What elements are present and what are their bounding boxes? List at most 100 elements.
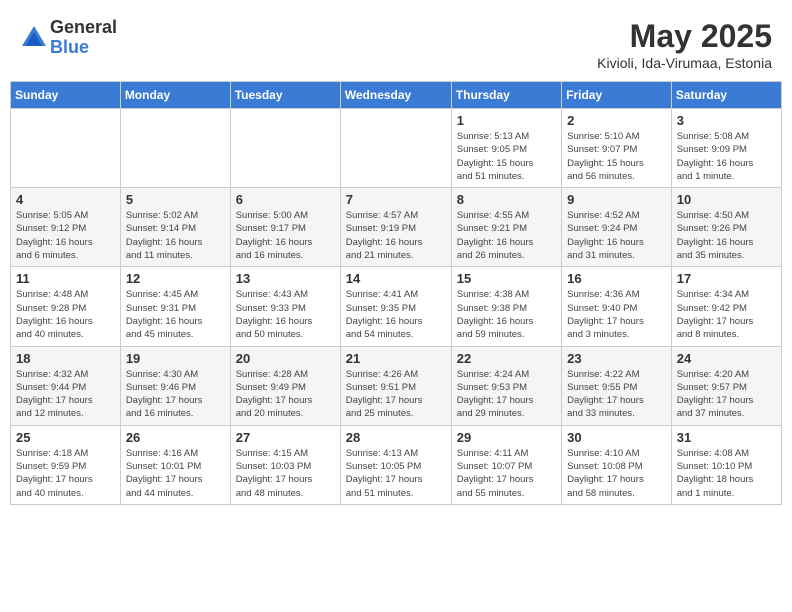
day-number: 7: [346, 192, 446, 207]
calendar-cell: 8 Sunrise: 4:55 AMSunset: 9:21 PMDaylight…: [451, 188, 561, 267]
day-info: Sunrise: 4:10 AMSunset: 10:08 PMDaylight…: [567, 447, 666, 500]
day-info: Sunrise: 4:15 AMSunset: 10:03 PMDaylight…: [236, 447, 335, 500]
calendar-cell: 19 Sunrise: 4:30 AMSunset: 9:46 PMDayligh…: [120, 346, 230, 425]
day-number: 30: [567, 430, 666, 445]
day-headers-row: SundayMondayTuesdayWednesdayThursdayFrid…: [11, 82, 782, 109]
day-info: Sunrise: 4:28 AMSunset: 9:49 PMDaylight:…: [236, 368, 335, 421]
day-number: 28: [346, 430, 446, 445]
calendar-cell: 28Sunrise: 4:13 AMSunset: 10:05 PMDaylig…: [340, 425, 451, 504]
day-info: Sunrise: 4:57 AMSunset: 9:19 PMDaylight:…: [346, 209, 446, 262]
day-info: Sunrise: 4:08 AMSunset: 10:10 PMDaylight…: [677, 447, 776, 500]
day-number: 22: [457, 351, 556, 366]
day-info: Sunrise: 4:20 AMSunset: 9:57 PMDaylight:…: [677, 368, 776, 421]
day-number: 14: [346, 271, 446, 286]
day-info: Sunrise: 4:41 AMSunset: 9:35 PMDaylight:…: [346, 288, 446, 341]
day-info: Sunrise: 4:52 AMSunset: 9:24 PMDaylight:…: [567, 209, 666, 262]
calendar-cell: 22 Sunrise: 4:24 AMSunset: 9:53 PMDayligh…: [451, 346, 561, 425]
calendar-cell: [11, 109, 121, 188]
day-info: Sunrise: 4:32 AMSunset: 9:44 PMDaylight:…: [16, 368, 115, 421]
calendar-cell: 10Sunrise: 4:50 AMSunset: 9:26 PMDayligh…: [671, 188, 781, 267]
day-number: 15: [457, 271, 556, 286]
day-info: Sunrise: 4:55 AMSunset: 9:21 PMDaylight:…: [457, 209, 556, 262]
day-number: 26: [126, 430, 225, 445]
calendar-cell: 12 Sunrise: 4:45 AMSunset: 9:31 PMDayligh…: [120, 267, 230, 346]
calendar-cell: 29 Sunrise: 4:11 AMSunset: 10:07 PMDaylig…: [451, 425, 561, 504]
calendar-cell: 5Sunrise: 5:02 AMSunset: 9:14 PMDaylight…: [120, 188, 230, 267]
day-info: Sunrise: 5:05 AMSunset: 9:12 PMDaylight:…: [16, 209, 115, 262]
day-header-friday: Friday: [562, 82, 672, 109]
calendar-cell: 21 Sunrise: 4:26 AMSunset: 9:51 PMDayligh…: [340, 346, 451, 425]
day-info: Sunrise: 4:18 AMSunset: 9:59 PMDaylight:…: [16, 447, 115, 500]
title-area: May 2025 Kivioli, Ida-Virumaa, Estonia: [597, 18, 772, 71]
day-number: 25: [16, 430, 115, 445]
calendar-cell: 31 Sunrise: 4:08 AMSunset: 10:10 PMDaylig…: [671, 425, 781, 504]
logo-text: General Blue: [50, 18, 117, 58]
day-info: Sunrise: 4:45 AMSunset: 9:31 PMDaylight:…: [126, 288, 225, 341]
day-header-sunday: Sunday: [11, 82, 121, 109]
day-info: Sunrise: 5:13 AMSunset: 9:05 PMDaylight:…: [457, 130, 556, 183]
calendar-cell: 15 Sunrise: 4:38 AMSunset: 9:38 PMDayligh…: [451, 267, 561, 346]
day-info: Sunrise: 4:24 AMSunset: 9:53 PMDaylight:…: [457, 368, 556, 421]
month-title: May 2025: [597, 18, 772, 55]
day-number: 23: [567, 351, 666, 366]
day-info: Sunrise: 4:26 AMSunset: 9:51 PMDaylight:…: [346, 368, 446, 421]
day-number: 27: [236, 430, 335, 445]
calendar-cell: [340, 109, 451, 188]
calendar-cell: 24 Sunrise: 4:20 AMSunset: 9:57 PMDayligh…: [671, 346, 781, 425]
day-info: Sunrise: 5:08 AMSunset: 9:09 PMDaylight:…: [677, 130, 776, 183]
day-info: Sunrise: 4:22 AMSunset: 9:55 PMDaylight:…: [567, 368, 666, 421]
calendar-cell: 23 Sunrise: 4:22 AMSunset: 9:55 PMDayligh…: [562, 346, 672, 425]
day-info: Sunrise: 4:30 AMSunset: 9:46 PMDaylight:…: [126, 368, 225, 421]
day-info: Sunrise: 4:11 AMSunset: 10:07 PMDaylight…: [457, 447, 556, 500]
day-number: 1: [457, 113, 556, 128]
day-info: Sunrise: 4:38 AMSunset: 9:38 PMDaylight:…: [457, 288, 556, 341]
calendar-cell: [230, 109, 340, 188]
calendar-cell: 27 Sunrise: 4:15 AMSunset: 10:03 PMDaylig…: [230, 425, 340, 504]
calendar-cell: 3 Sunrise: 5:08 AMSunset: 9:09 PMDaylight…: [671, 109, 781, 188]
day-header-saturday: Saturday: [671, 82, 781, 109]
calendar-cell: 6Sunrise: 5:00 AMSunset: 9:17 PMDaylight…: [230, 188, 340, 267]
calendar-cell: 17 Sunrise: 4:34 AMSunset: 9:42 PMDayligh…: [671, 267, 781, 346]
week-row-3: 11 Sunrise: 4:48 AMSunset: 9:28 PMDayligh…: [11, 267, 782, 346]
day-number: 6: [236, 192, 335, 207]
day-number: 17: [677, 271, 776, 286]
week-row-2: 4 Sunrise: 5:05 AMSunset: 9:12 PMDaylight…: [11, 188, 782, 267]
day-info: Sunrise: 4:43 AMSunset: 9:33 PMDaylight:…: [236, 288, 335, 341]
day-number: 11: [16, 271, 115, 286]
day-info: Sunrise: 5:10 AMSunset: 9:07 PMDaylight:…: [567, 130, 666, 183]
calendar-cell: 2Sunrise: 5:10 AMSunset: 9:07 PMDaylight…: [562, 109, 672, 188]
day-number: 21: [346, 351, 446, 366]
calendar-cell: [120, 109, 230, 188]
day-number: 8: [457, 192, 556, 207]
location-title: Kivioli, Ida-Virumaa, Estonia: [597, 55, 772, 71]
logo: General Blue: [20, 18, 117, 58]
calendar-cell: 9Sunrise: 4:52 AMSunset: 9:24 PMDaylight…: [562, 188, 672, 267]
day-number: 19: [126, 351, 225, 366]
calendar-cell: 16 Sunrise: 4:36 AMSunset: 9:40 PMDayligh…: [562, 267, 672, 346]
logo-blue: Blue: [50, 38, 117, 58]
day-info: Sunrise: 4:48 AMSunset: 9:28 PMDaylight:…: [16, 288, 115, 341]
day-number: 4: [16, 192, 115, 207]
day-number: 31: [677, 430, 776, 445]
day-number: 13: [236, 271, 335, 286]
day-header-thursday: Thursday: [451, 82, 561, 109]
page-header: General Blue May 2025 Kivioli, Ida-Virum…: [10, 10, 782, 77]
day-number: 16: [567, 271, 666, 286]
calendar-cell: 1 Sunrise: 5:13 AMSunset: 9:05 PMDaylight…: [451, 109, 561, 188]
logo-general: General: [50, 18, 117, 38]
day-number: 24: [677, 351, 776, 366]
calendar-cell: 18Sunrise: 4:32 AMSunset: 9:44 PMDayligh…: [11, 346, 121, 425]
day-number: 20: [236, 351, 335, 366]
day-info: Sunrise: 4:34 AMSunset: 9:42 PMDaylight:…: [677, 288, 776, 341]
calendar-cell: 13 Sunrise: 4:43 AMSunset: 9:33 PMDayligh…: [230, 267, 340, 346]
calendar-cell: 30 Sunrise: 4:10 AMSunset: 10:08 PMDaylig…: [562, 425, 672, 504]
week-row-4: 18Sunrise: 4:32 AMSunset: 9:44 PMDayligh…: [11, 346, 782, 425]
day-info: Sunrise: 4:36 AMSunset: 9:40 PMDaylight:…: [567, 288, 666, 341]
day-number: 3: [677, 113, 776, 128]
day-number: 10: [677, 192, 776, 207]
calendar-table: SundayMondayTuesdayWednesdayThursdayFrid…: [10, 81, 782, 505]
day-number: 12: [126, 271, 225, 286]
calendar-cell: 4 Sunrise: 5:05 AMSunset: 9:12 PMDaylight…: [11, 188, 121, 267]
day-header-tuesday: Tuesday: [230, 82, 340, 109]
day-number: 29: [457, 430, 556, 445]
